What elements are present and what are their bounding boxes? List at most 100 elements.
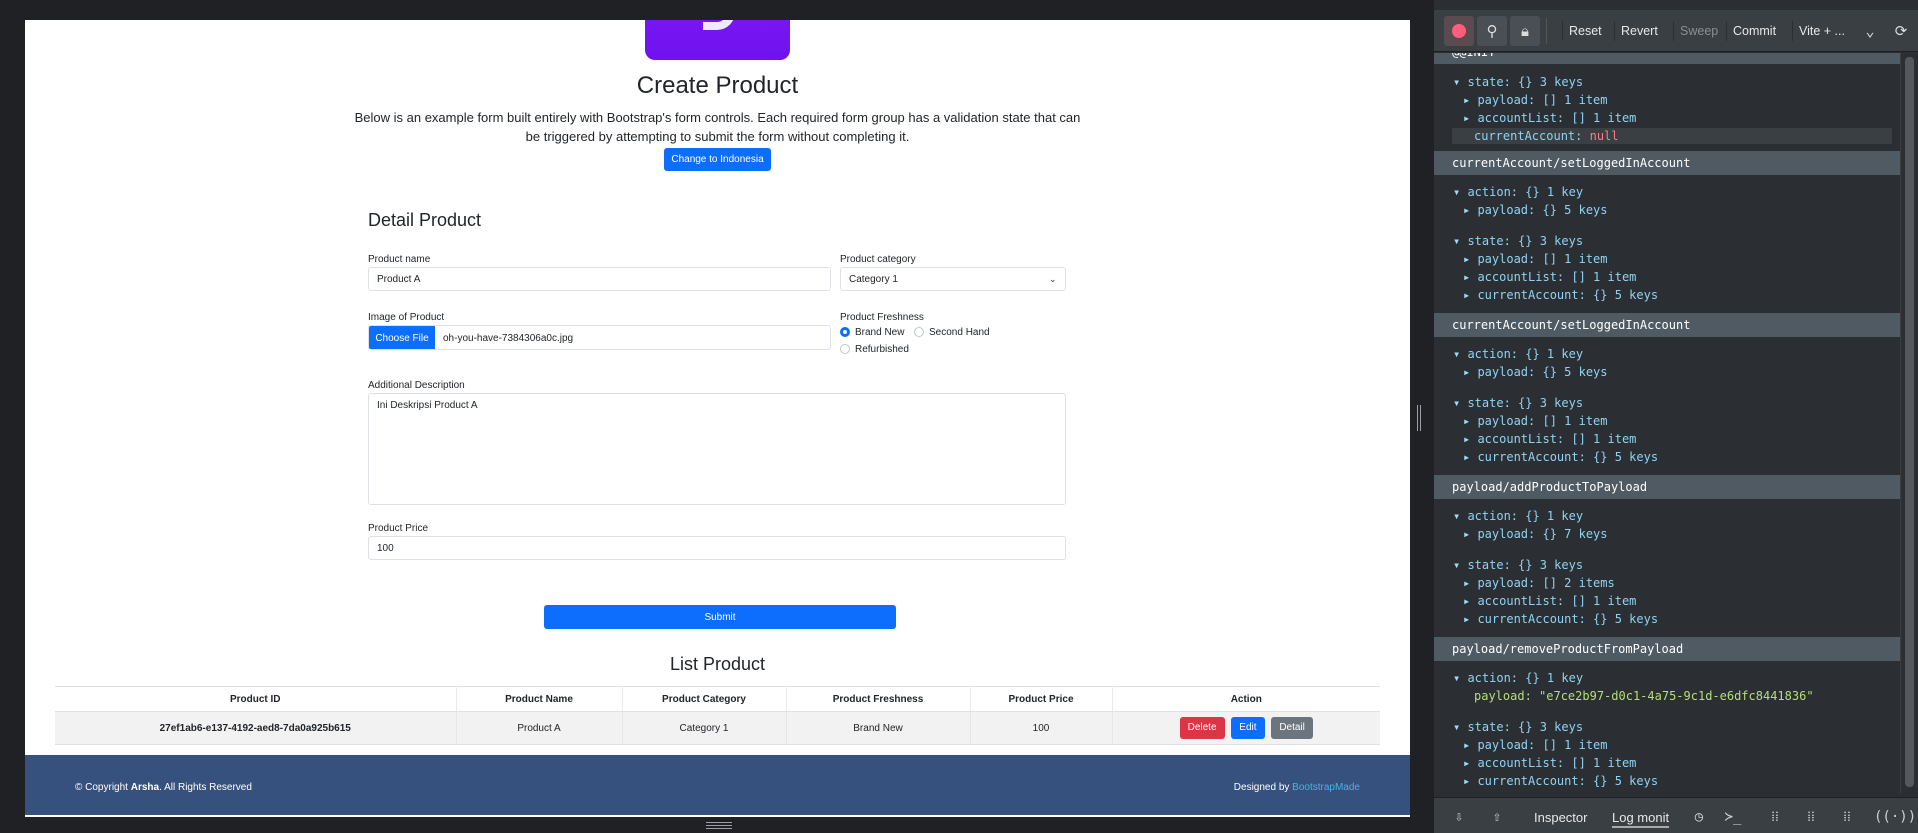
action-payload-line[interactable]: ▸ payload: {} 5 keys (1463, 364, 1608, 380)
state-accountlist-text: accountList: [] 1 item (1477, 756, 1637, 770)
state-payload-line[interactable]: ▸ payload: [] 2 items (1463, 575, 1615, 591)
state-payload-line[interactable]: ▸ payload: [] 1 item (1463, 737, 1608, 753)
product-category-value: Category 1 (849, 274, 898, 285)
app-window: Create Product Below is an example form … (0, 0, 1918, 833)
action-header[interactable]: payload/addProductToPayload (1434, 475, 1900, 499)
terminal-icon[interactable]: ≻_ (1720, 806, 1746, 828)
state-text: state: {} 3 keys (1467, 396, 1584, 410)
revert-button[interactable]: Revert (1614, 21, 1664, 41)
action-header[interactable]: currentAccount/setLoggedInAccount (1434, 151, 1900, 175)
state-accountlist-line[interactable]: ▸ accountList: [] 1 item (1463, 269, 1636, 285)
state-currentaccount-line[interactable]: ▸ currentAccount: {} 5 keys (1463, 611, 1658, 627)
submit-button[interactable]: Submit (544, 605, 896, 629)
action-payload-line[interactable]: ▸ payload: {} 7 keys (1463, 526, 1608, 542)
action-line[interactable]: ▾ action: {} 1 key (1453, 670, 1583, 686)
action-payload-line[interactable]: ▸ payload: {} 5 keys (1463, 202, 1608, 218)
state-currentaccount-line[interactable]: ▸ currentAccount: {} 5 keys (1463, 287, 1658, 303)
grid-bottom-icon[interactable]: ⁞⁞ (1834, 806, 1860, 828)
refresh-icon[interactable]: ⟳ (1886, 16, 1916, 46)
freshness-label: Product Freshness (840, 312, 924, 323)
action-payload-text: payload: {} 5 keys (1477, 365, 1608, 379)
radio-second-hand[interactable] (914, 327, 924, 337)
table-header-row: Product ID Product Name Product Category… (55, 686, 1380, 712)
action-header-init[interactable]: @@INIT (1434, 53, 1900, 64)
action-line[interactable]: ▾ action: {} 1 key (1453, 508, 1583, 524)
state-accountlist-text: accountList: [] 1 item (1477, 270, 1637, 284)
product-name-input[interactable] (368, 267, 831, 291)
tab-log-monitor[interactable]: Log monit (1612, 808, 1670, 828)
init-accountlist-line[interactable]: ▸ accountList: [] 1 item (1463, 110, 1636, 126)
edit-button[interactable]: Edit (1231, 717, 1265, 739)
export-icon[interactable]: ⇧ (1484, 806, 1510, 828)
price-input[interactable] (368, 536, 1066, 560)
action-line[interactable]: ▾ action: {} 1 key (1453, 184, 1583, 200)
state-line[interactable]: ▾ state: {} 3 keys (1453, 395, 1583, 411)
radio-refurbished[interactable] (840, 344, 850, 354)
monitor-select[interactable]: Vite + ... (1792, 21, 1851, 41)
devtools-scrollbar[interactable] (1900, 53, 1918, 793)
delete-button[interactable]: Delete (1179, 717, 1225, 739)
copyright-prefix: © Copyright (75, 782, 131, 793)
cell-product-freshness: Brand New (786, 711, 971, 745)
chevron-down-icon[interactable]: ⌄ (1855, 16, 1885, 46)
reset-button[interactable]: Reset (1562, 21, 1608, 41)
lock-icon[interactable]: 🔒︎ (1510, 16, 1540, 46)
state-currentaccount-text: currentAccount: {} 5 keys (1477, 612, 1659, 626)
import-icon[interactable]: ⇩ (1446, 806, 1472, 828)
detail-button[interactable]: Detail (1271, 717, 1313, 739)
designer-link[interactable]: BootstrapMade (1292, 782, 1360, 793)
state-accountlist-line[interactable]: ▸ accountList: [] 1 item (1463, 593, 1636, 609)
resize-handle-icon[interactable] (706, 822, 732, 830)
state-line[interactable]: ▾ state: {} 3 keys (1453, 719, 1583, 735)
state-currentaccount-line[interactable]: ▸ currentAccount: {} 5 keys (1463, 773, 1658, 789)
grid-left-icon[interactable]: ⁞⁞ (1762, 806, 1788, 828)
state-accountlist-line[interactable]: ▸ accountList: [] 1 item (1463, 431, 1636, 447)
radio-brand-new[interactable] (840, 327, 850, 337)
site-footer: © Copyright Arsha. All Rights Reserved D… (25, 755, 1410, 817)
product-category-label: Product category (840, 254, 916, 265)
record-icon[interactable] (1444, 16, 1474, 46)
init-accountlist-text: accountList: [] 1 item (1477, 111, 1637, 125)
init-currentaccount-line[interactable]: currentAccount: null (1474, 128, 1619, 144)
choose-file-button[interactable]: Choose File (369, 326, 435, 349)
sweep-button[interactable]: Sweep (1673, 21, 1724, 41)
state-accountlist-line[interactable]: ▸ accountList: [] 1 item (1463, 755, 1636, 771)
split-handle-icon[interactable] (1417, 405, 1423, 431)
init-payload-line[interactable]: ▸ payload: [] 1 item (1463, 92, 1608, 108)
state-line[interactable]: ▾ state: {} 3 keys (1453, 233, 1583, 249)
description-textarea[interactable]: Ini Deskripsi Product A (368, 393, 1066, 505)
action-header[interactable]: currentAccount/setLoggedInAccount (1434, 313, 1900, 337)
scrollbar-thumb[interactable] (1905, 57, 1914, 787)
action-payload-text: payload: {} 7 keys (1477, 527, 1608, 541)
grid-right-icon[interactable]: ⁞⁞ (1798, 806, 1824, 828)
state-currentaccount-line[interactable]: ▸ currentAccount: {} 5 keys (1463, 449, 1658, 465)
state-currentaccount-text: currentAccount: {} 5 keys (1477, 774, 1659, 788)
change-language-button[interactable]: Change to Indonesia (664, 148, 771, 171)
timer-icon[interactable]: ◷ (1686, 806, 1712, 828)
lead-line-2: be triggered by attempting to submit the… (525, 129, 910, 144)
init-currentaccount-value: null (1589, 129, 1619, 143)
init-currentaccount-key: currentAccount: (1474, 129, 1590, 143)
action-payload-line[interactable]: payload: "e7ce2b97-d0c1-4a75-9c1d-e6dfc8… (1474, 688, 1814, 704)
col-product-id: Product ID (55, 686, 457, 712)
product-category-select[interactable]: Category 1 ⌄ (840, 267, 1066, 291)
init-state-line[interactable]: ▾ state: {} 3 keys (1453, 74, 1583, 90)
file-name: oh-you-have-7384306a0c.jpg (443, 333, 574, 344)
footer-credit: Designed by BootstrapMade (1234, 782, 1360, 793)
lead-line-1: Below is an example form built entirely … (354, 110, 1081, 125)
pin-icon[interactable]: ⚲ (1477, 16, 1507, 46)
browser-viewport: Create Product Below is an example form … (0, 0, 1434, 833)
remote-icon[interactable]: ((·)) (1874, 806, 1916, 828)
action-line[interactable]: ▾ action: {} 1 key (1453, 346, 1583, 362)
footer-brand: Arsha (130, 782, 160, 793)
action-text: action: {} 1 key (1467, 347, 1584, 361)
commit-button[interactable]: Commit (1726, 21, 1782, 41)
radio-brand-new-label: Brand New (855, 327, 905, 338)
state-line[interactable]: ▾ state: {} 3 keys (1453, 557, 1583, 573)
tab-inspector[interactable]: Inspector (1534, 808, 1587, 828)
action-header[interactable]: payload/removeProductFromPayload (1434, 637, 1900, 661)
col-action: Action (1112, 686, 1380, 712)
state-payload-line[interactable]: ▸ payload: [] 1 item (1463, 251, 1608, 267)
image-file-input[interactable]: Choose File oh-you-have-7384306a0c.jpg (368, 325, 831, 350)
state-payload-line[interactable]: ▸ payload: [] 1 item (1463, 413, 1608, 429)
